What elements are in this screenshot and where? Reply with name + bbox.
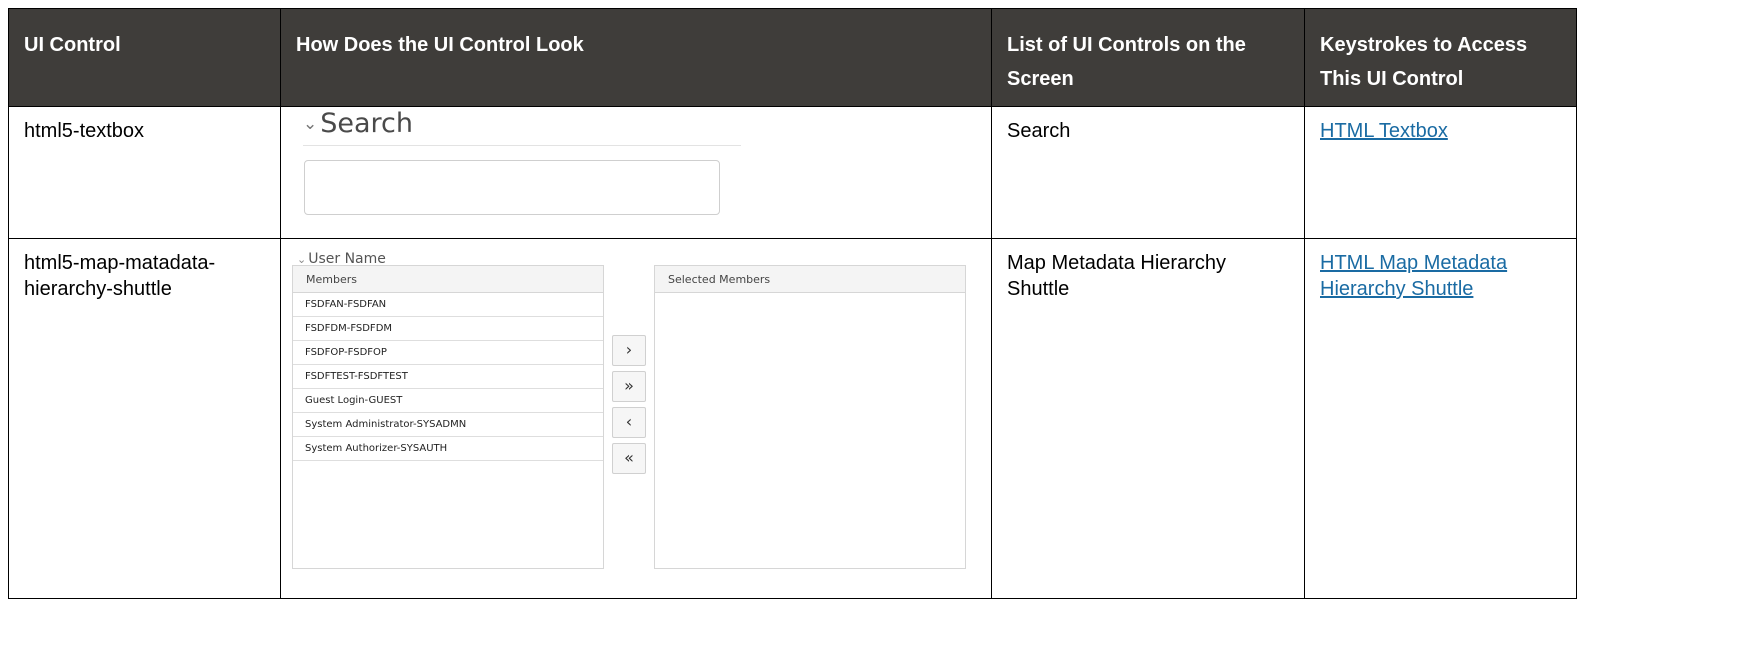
header-row: UI Control How Does the UI Control Look … (8, 8, 1577, 107)
list-item[interactable]: FSDFDM-FSDFDM (293, 317, 603, 341)
remove-all-button[interactable]: « (612, 443, 646, 474)
search-title: ⌄ Search (303, 108, 414, 140)
header-keystrokes: Keystrokes to Access This UI Control (1304, 8, 1577, 107)
list-item[interactable]: Guest Login-GUEST (293, 389, 603, 413)
chevron-down-icon: ⌄ (303, 114, 318, 134)
title-divider (303, 145, 741, 146)
move-selected-button[interactable]: › (612, 335, 646, 366)
cell-controls-list: Map Metadata Hierarchy Shuttle (991, 238, 1305, 599)
list-item[interactable]: FSDFTEST-FSDFTEST (293, 365, 603, 389)
cell-preview: ⌄ User Name Members FSDFAN-FSDFAN FSDFDM-… (280, 238, 992, 599)
cell-control-name: html5-map-matadata-hierarchy-shuttle (8, 238, 281, 599)
html-map-metadata-hierarchy-shuttle-link[interactable]: HTML Map Metadata Hierarchy Shuttle (1320, 252, 1507, 300)
html-textbox-link[interactable]: HTML Textbox (1320, 120, 1448, 142)
selected-members-panel: Selected Members (654, 265, 966, 569)
textbox-preview: ⌄ Search (291, 107, 981, 217)
move-all-button[interactable]: » (612, 371, 646, 402)
cell-preview: ⌄ Search (280, 106, 992, 239)
search-title-label: Search (320, 108, 414, 139)
shuttle-preview: ⌄ User Name Members FSDFAN-FSDFAN FSDFDM-… (281, 246, 991, 596)
search-input[interactable] (304, 160, 720, 215)
header-controls-list: List of UI Controls on the Screen (991, 8, 1305, 107)
list-item[interactable]: FSDFOP-FSDFOP (293, 341, 603, 365)
list-item[interactable]: FSDFAN-FSDFAN (293, 293, 603, 317)
remove-selected-button[interactable]: ‹ (612, 407, 646, 438)
list-item[interactable]: System Administrator-SYSADMN (293, 413, 603, 437)
cell-control-name: html5-textbox (8, 106, 281, 239)
table-row: html5-map-matadata-hierarchy-shuttle ⌄ Us… (8, 238, 1577, 599)
members-panel: Members FSDFAN-FSDFAN FSDFDM-FSDFDM FSDF… (292, 265, 604, 569)
header-ui-control: UI Control (8, 8, 281, 107)
header-ui-look: How Does the UI Control Look (280, 8, 992, 107)
members-header: Members (293, 266, 603, 293)
selected-members-header: Selected Members (655, 266, 965, 293)
cell-keystrokes: HTML Map Metadata Hierarchy Shuttle (1304, 238, 1577, 599)
ui-control-table: UI Control How Does the UI Control Look … (8, 8, 1577, 599)
cell-controls-list: Search (991, 106, 1305, 239)
cell-keystrokes: HTML Textbox (1304, 106, 1577, 239)
list-item[interactable]: System Authorizer-SYSAUTH (293, 437, 603, 461)
table-row: html5-textbox ⌄ Search Search HTML Textbo… (8, 106, 1577, 239)
